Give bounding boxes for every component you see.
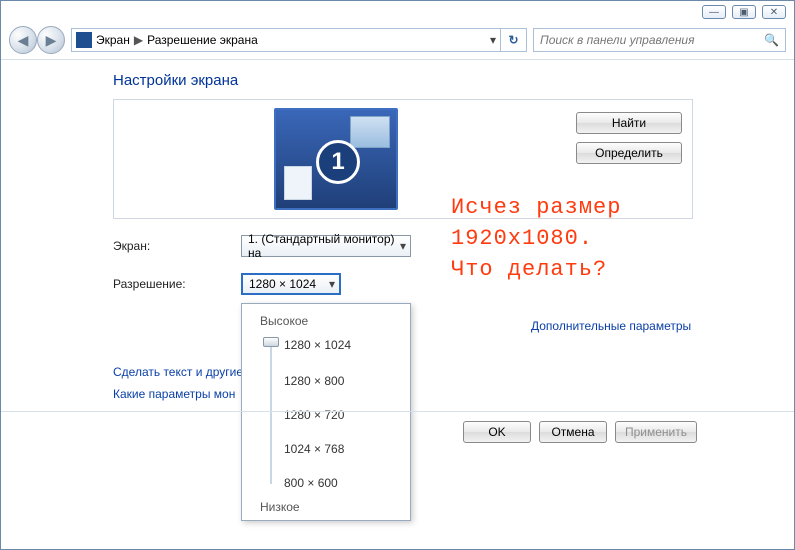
window-controls: — ▣ ✕ <box>702 5 786 19</box>
resolution-dropdown[interactable]: 1280 × 1024 ▾ <box>241 273 341 295</box>
advanced-settings-link[interactable]: Дополнительные параметры <box>531 319 691 333</box>
resolution-popup: Высокое 1280 × 1024 1280 × 800 1280 × 72… <box>241 303 411 521</box>
resolution-slider-thumb[interactable] <box>263 337 279 347</box>
page-title: Настройки экрана <box>113 72 794 89</box>
breadcrumb-sep-icon: ▶ <box>134 33 143 47</box>
display-value: 1. (Стандартный монитор) на <box>248 232 404 260</box>
doc-mini-icon <box>284 166 312 200</box>
back-button[interactable]: ◀ <box>9 26 37 54</box>
chevron-down-icon: ▾ <box>329 277 335 291</box>
refresh-button[interactable]: ↻ <box>501 28 527 52</box>
which-params-link[interactable]: Какие параметры мон <box>113 387 235 401</box>
search-input[interactable]: Поиск в панели управления 🔍 <box>533 28 786 52</box>
find-button[interactable]: Найти <box>576 112 682 134</box>
annotation-overlay: Исчез размер 1920х1080. Что делать? <box>451 193 621 285</box>
divider <box>1 59 794 60</box>
monitor-number-badge: 1 <box>316 140 360 184</box>
res-high-label: Высокое <box>260 314 400 328</box>
minimize-button[interactable]: — <box>702 5 726 19</box>
res-option[interactable]: 800 × 600 <box>284 476 338 490</box>
res-option[interactable]: 1280 × 800 <box>284 374 344 388</box>
forward-button[interactable]: ▶ <box>37 26 65 54</box>
breadcrumb-dropdown-icon[interactable]: ▾ <box>490 33 496 47</box>
chevron-down-icon: ▾ <box>400 239 406 253</box>
nav-arrows: ◀ ▶ <box>9 26 65 54</box>
ok-button[interactable]: OK <box>463 421 531 443</box>
identify-button[interactable]: Определить <box>576 142 682 164</box>
close-button[interactable]: ✕ <box>762 5 786 19</box>
dialog-buttons: OK Отмена Применить <box>463 421 697 443</box>
maximize-button[interactable]: ▣ <box>732 5 756 19</box>
resolution-value: 1280 × 1024 <box>249 277 316 291</box>
preview-buttons: Найти Определить <box>576 112 682 164</box>
control-panel-icon <box>76 32 92 48</box>
monitor-thumbnail[interactable]: 1 <box>274 108 398 210</box>
breadcrumb[interactable]: Экран ▶ Разрешение экрана ▾ <box>71 28 501 52</box>
res-low-label: Низкое <box>260 500 300 514</box>
apply-button[interactable]: Применить <box>615 421 697 443</box>
breadcrumb-item[interactable]: Экран <box>96 33 130 47</box>
links-area: Сделать текст и другие Какие параметры м… <box>113 365 794 409</box>
breadcrumb-item[interactable]: Разрешение экрана <box>147 33 258 47</box>
search-placeholder: Поиск в панели управления <box>540 33 695 47</box>
cancel-button[interactable]: Отмена <box>539 421 607 443</box>
display-dropdown[interactable]: 1. (Стандартный монитор) на ▾ <box>241 235 411 257</box>
search-icon[interactable]: 🔍 <box>764 33 779 47</box>
resolution-slider-track[interactable] <box>270 342 272 484</box>
resolution-label: Разрешение: <box>113 277 241 291</box>
display-label: Экран: <box>113 239 241 253</box>
navbar: ◀ ▶ Экран ▶ Разрешение экрана ▾ ↻ Поиск … <box>1 23 794 57</box>
res-option[interactable]: 1280 × 1024 <box>284 338 351 352</box>
res-option[interactable]: 1024 × 768 <box>284 442 344 456</box>
window-mini-icon <box>350 116 390 148</box>
text-size-link[interactable]: Сделать текст и другие <box>113 365 243 379</box>
divider <box>1 411 794 412</box>
